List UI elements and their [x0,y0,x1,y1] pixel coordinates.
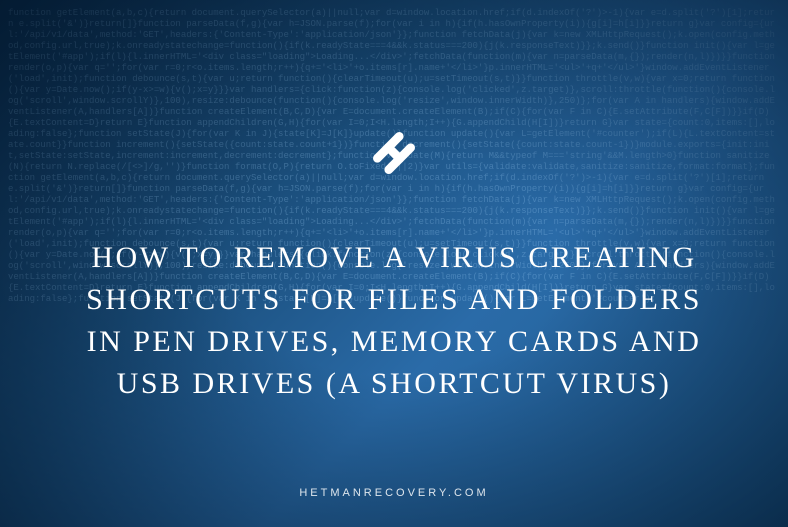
hero-content: How to Remove a Virus Creating Shortcuts… [14,122,774,405]
hero-banner: function getElement(a,b,c){return docume… [0,0,788,527]
hetman-logo-icon [363,122,425,189]
domain-text: HETMANRECOVERY.COM [0,487,788,499]
hero-title: How to Remove a Virus Creating Shortcuts… [74,237,714,405]
footer: HETMANRECOVERY.COM [0,487,788,499]
